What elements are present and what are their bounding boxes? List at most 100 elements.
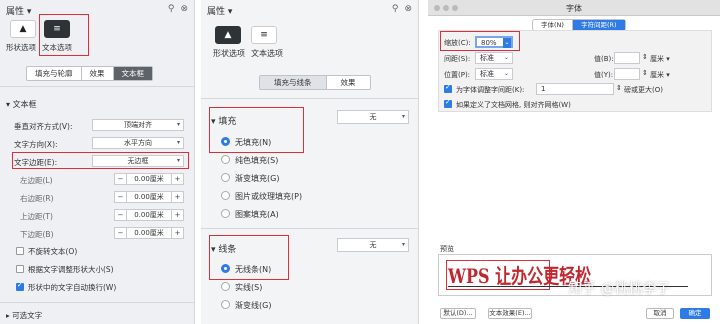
tab-shape-options[interactable]: 形状选项 [213,48,245,59]
chevron-right-icon[interactable]: ▸ [6,311,10,320]
minimize-window-button[interactable] [443,5,449,11]
left-margin-stepper[interactable]: −0.00厘米 + [114,173,184,185]
input-value: 1 [541,85,546,93]
stepper-value[interactable]: 0.00厘米 [127,174,171,184]
kerning-stepper-icon[interactable]: ⇕ [616,84,622,92]
select-value: 水平方向 [124,139,152,147]
wrap-text-checkbox[interactable] [16,281,24,291]
alt-text-section[interactable]: 可选文字 [12,311,42,320]
gradient-line-radio[interactable] [221,300,230,309]
no-rotate-checkbox[interactable] [16,247,24,255]
stepper-value[interactable]: 0.00厘米 [127,192,171,202]
spacing-label: 间距(S): [444,55,471,63]
divider [0,86,194,87]
bottom-margin-stepper[interactable]: −0.00厘米 + [114,227,184,239]
plus-icon[interactable]: + [171,228,183,238]
pattern-fill-label: 图案填充(A) [235,210,279,219]
unit-label: 厘米 [650,55,664,63]
panel-title: 属性 [6,7,25,17]
gradient-fill-radio[interactable] [221,173,230,182]
position-stepper-icon[interactable]: ⇕ [642,69,648,77]
chevron-down-icon: ▾ [401,113,405,120]
text-direction-label: 文字方向(X): [14,140,58,149]
plus-icon[interactable]: + [171,210,183,220]
resize-shape-checkbox[interactable] [16,265,24,273]
divider [0,302,194,303]
plus-icon[interactable]: + [171,192,183,202]
pattern-fill-radio[interactable] [221,209,230,218]
tab-font[interactable]: 字体(N) [533,20,573,30]
panel-header[interactable]: 属性 ▾ [6,4,31,17]
subtab-textbox[interactable]: 文本框 [113,67,152,80]
pin-icon[interactable]: ⚲ [168,4,175,14]
chevron-down-icon: ▾ [176,139,180,146]
text-options-icon[interactable]: ≡ [251,26,277,44]
stepper-value[interactable]: 0.00厘米 [127,210,171,220]
chevron-down-icon[interactable]: ▾ [6,100,10,109]
chevron-down-icon: ▾ [401,241,405,248]
highlight-box [12,152,189,169]
grid-align-label: 如果定义了文档网格, 则对齐网格(W) [456,101,571,109]
close-icon[interactable]: ⊗ [404,4,412,14]
properties-panel-text: 属性 ▾ ⚲ ⊗ ▲ ≡ 形状选项 文本选项 填充与轮廓 效果 文本框 ▾ 文本… [0,0,195,324]
subtab-fill-line[interactable]: 填充与线条 [260,76,327,89]
shape-options-icon[interactable]: ▲ [10,20,36,38]
position-select[interactable]: 标准 ⌄ [475,68,513,80]
position-label: 位置(P): [444,71,471,79]
position-amount-input[interactable] [614,68,640,80]
picture-fill-radio[interactable] [221,191,230,200]
subtab-fill-outline[interactable]: 填充与轮廓 [27,67,82,80]
spacing-select[interactable]: 标准 ⌄ [475,52,513,64]
right-margin-label: 右边距(R) [20,194,54,203]
subtab-effects[interactable]: 效果 [82,67,114,80]
panel-title: 属性 [207,7,226,17]
solid-line-radio[interactable] [221,282,230,291]
wrap-text-label: 形状中的文字自动换行(W) [28,283,117,292]
line-type-select[interactable]: 无 ▾ [337,238,409,252]
right-margin-stepper[interactable]: −0.00厘米 + [114,191,184,203]
panel-header[interactable]: 属性 ▾ [207,4,232,17]
default-button[interactable]: 默认(D)... [440,308,476,319]
spacing-amount-input[interactable] [614,52,640,64]
spacing-stepper-icon[interactable]: ⇕ [642,53,648,61]
top-margin-stepper[interactable]: −0.00厘米 + [114,209,184,221]
divider [201,228,418,229]
kerning-checkbox[interactable] [444,83,452,93]
picture-fill-label: 图片或纹理填充(P) [235,192,303,201]
stepper-value[interactable]: 0.00厘米 [127,228,171,238]
minus-icon[interactable]: − [115,228,127,238]
top-margin-label: 上边距(T) [20,212,53,221]
spacing-amount-label: 值(B): [594,55,614,63]
plus-icon[interactable]: + [171,174,183,184]
close-window-button[interactable] [434,5,440,11]
fill-type-select[interactable]: 无 ▾ [337,110,409,124]
zoom-window-button[interactable] [452,5,458,11]
chevron-down-icon: ▾ [176,121,180,128]
kerning-input[interactable]: 1 [536,83,614,95]
subtab-group: 填充与线条 效果 [259,75,371,90]
kerning-suffix: 磅或更大(O) [624,86,663,94]
bottom-margin-label: 下边距(B) [20,230,54,239]
shape-options-icon[interactable]: ▲ [215,26,241,44]
pin-icon[interactable]: ⚲ [392,4,399,14]
subtab-effects[interactable]: 效果 [327,76,370,89]
tab-text-options[interactable]: 文本选项 [251,48,283,59]
gradient-fill-label: 渐变填充(G) [235,174,280,183]
grid-align-checkbox[interactable] [444,98,452,108]
text-effects-button[interactable]: 文本效果(E)... [488,308,532,319]
gradient-line-label: 渐变线(G) [235,301,272,310]
vertical-align-select[interactable]: 顶端对齐 ▾ [92,119,184,131]
minus-icon[interactable]: − [115,192,127,202]
tab-shape-options[interactable]: 形状选项 [6,42,36,53]
minus-icon[interactable]: − [115,210,127,220]
cancel-button[interactable]: 取消 [646,308,674,319]
close-icon[interactable]: ⊗ [180,4,188,14]
text-direction-select[interactable]: 水平方向 ▾ [92,137,184,149]
tab-character-spacing[interactable]: 字符间距(R) [572,20,625,30]
select-value: 标准 [480,70,494,78]
solid-fill-radio[interactable] [221,155,230,164]
minus-icon[interactable]: − [115,174,127,184]
vertical-align-label: 垂直对齐方式(V): [14,122,73,131]
watermark-text: 知乎 @桃桃李子 [568,281,671,297]
ok-button[interactable]: 确定 [680,308,710,319]
